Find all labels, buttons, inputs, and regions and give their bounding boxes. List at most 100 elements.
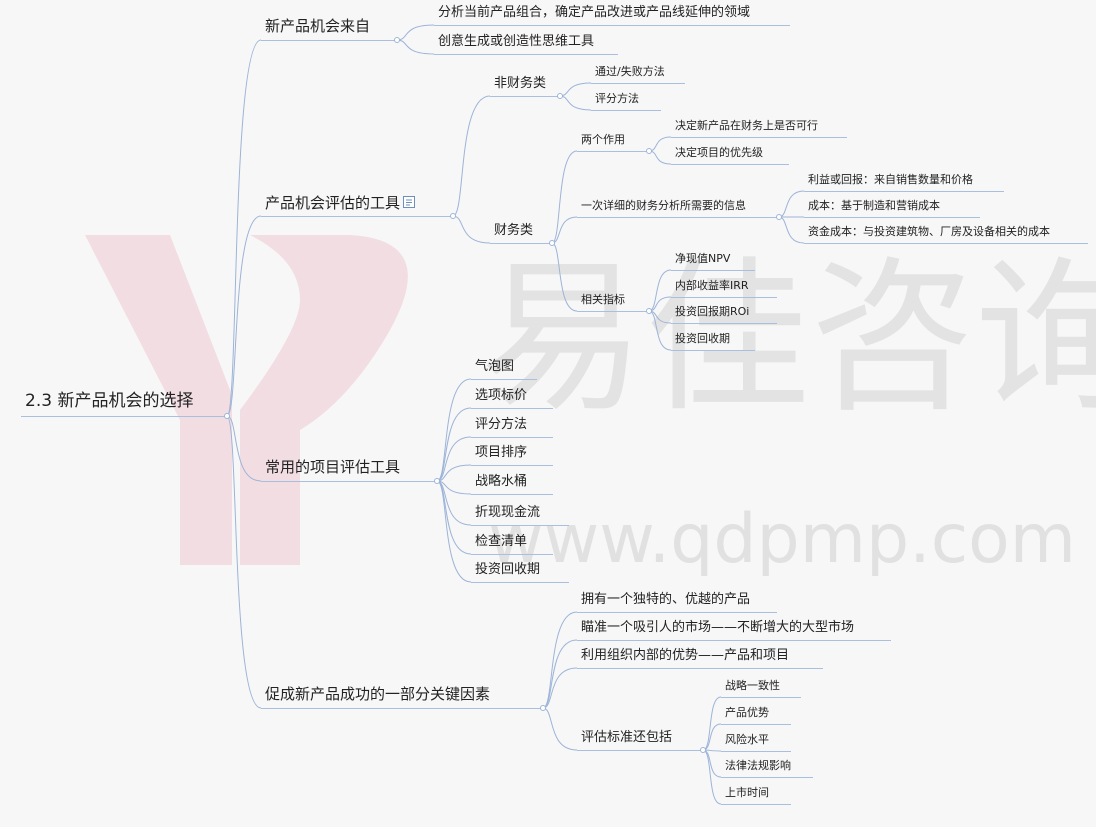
topic-node[interactable]: 非财务类 <box>494 77 546 90</box>
topic-underline <box>591 110 661 111</box>
topic-node[interactable]: 内部收益率IRR <box>675 280 749 291</box>
collapse-toggle[interactable] <box>224 413 230 419</box>
topic-label: 检查清单 <box>475 534 528 549</box>
topic-node[interactable]: 法律法规影响 <box>725 760 791 771</box>
topic-node[interactable]: 战略一致性 <box>725 680 780 691</box>
topic-underline <box>471 437 553 438</box>
topic-node[interactable]: 创意生成或创造性思维工具 <box>438 35 594 48</box>
topic-label: 气泡图 <box>475 359 515 374</box>
topic-node[interactable]: 检查清单 <box>475 535 527 548</box>
topic-label: 上市时间 <box>725 786 769 799</box>
topic-node[interactable]: 一次详细的财务分析所需要的信息 <box>581 200 746 211</box>
connector <box>551 216 578 244</box>
topic-underline <box>671 297 777 298</box>
topic-node[interactable]: 分析当前产品组合，确定产品改进或产品线延伸的领域 <box>438 6 750 19</box>
topic-underline <box>671 164 789 165</box>
topic-node[interactable]: 两个作用 <box>581 134 625 145</box>
topic-label: 非财务类 <box>494 76 547 91</box>
topic-node[interactable]: 投资回报期ROi <box>675 306 749 317</box>
topic-underline <box>804 217 980 218</box>
topic-underline <box>261 708 541 709</box>
topic-label: 资金成本：与投资建筑物、厂房及设备相关的成本 <box>808 225 1050 238</box>
topic-node[interactable]: 常用的项目评估工具 <box>265 460 400 475</box>
root-topic[interactable]: 2.3 新产品机会的选择 <box>25 393 193 410</box>
topic-node[interactable]: 产品优势 <box>725 707 769 718</box>
collapse-toggle[interactable] <box>646 308 652 314</box>
topic-node[interactable]: 决定新产品在财务上是否可行 <box>675 120 818 131</box>
connector <box>551 242 578 312</box>
topic-node[interactable]: 评分方法 <box>595 93 639 104</box>
topic-underline <box>261 216 451 217</box>
topic-node[interactable]: 资金成本：与投资建筑物、厂房及设备相关的成本 <box>808 226 1050 237</box>
topic-node[interactable]: 产品机会评估的工具 <box>265 195 416 212</box>
topic-node[interactable]: 净现值NPV <box>675 253 730 264</box>
collapse-toggle[interactable] <box>549 240 555 246</box>
connector <box>648 136 672 152</box>
connector <box>542 707 578 751</box>
topic-label: 利用组织内部的优势——产品和项目 <box>581 648 790 663</box>
document-icon[interactable] <box>402 195 416 212</box>
topic-node[interactable]: 拥有一个独特的、优越的产品 <box>581 593 750 606</box>
topic-underline <box>490 96 558 97</box>
topic-underline <box>471 582 569 583</box>
topic-node[interactable]: 利益或回报：来自销售数量和价格 <box>808 174 973 185</box>
collapse-toggle[interactable] <box>646 148 652 154</box>
topic-underline <box>721 724 791 725</box>
topic-node[interactable]: 决定项目的优先级 <box>675 147 763 158</box>
topic-underline <box>261 481 435 482</box>
topic-node[interactable]: 利用组织内部的优势——产品和项目 <box>581 649 789 662</box>
collapse-toggle[interactable] <box>450 213 456 219</box>
topic-node[interactable]: 项目排序 <box>475 446 527 459</box>
topic-label: 选项标价 <box>475 388 528 403</box>
topic-node[interactable]: 瞄准一个吸引人的市场——不断增大的大型市场 <box>581 621 854 634</box>
topic-node[interactable]: 成本：基于制造和营销成本 <box>808 200 940 211</box>
topic-node[interactable]: 评估标准还包括 <box>581 731 672 744</box>
connector <box>702 696 722 751</box>
topic-node[interactable]: 投资回收期 <box>675 333 730 344</box>
connector <box>452 95 491 217</box>
collapse-toggle[interactable] <box>434 478 440 484</box>
topic-node[interactable]: 选项标价 <box>475 389 527 402</box>
topic-node[interactable]: 促成新产品成功的一部分关键因素 <box>265 687 490 702</box>
topic-underline <box>577 311 647 312</box>
topic-node[interactable]: 上市时间 <box>725 787 769 798</box>
topic-node[interactable]: 评分方法 <box>475 418 527 431</box>
topic-underline <box>577 668 823 669</box>
topic-underline <box>577 151 647 152</box>
collapse-toggle[interactable] <box>776 214 782 220</box>
connector <box>452 215 491 244</box>
topic-label: 风险水平 <box>725 733 769 746</box>
connector-lines <box>226 24 805 805</box>
topic-node[interactable]: 财务类 <box>494 224 533 237</box>
topic-node[interactable]: 战略水桶 <box>475 475 527 488</box>
topic-label: 决定项目的优先级 <box>675 146 763 159</box>
topic-underline <box>471 554 553 555</box>
topic-node[interactable]: 风险水平 <box>725 734 769 745</box>
collapse-toggle[interactable] <box>394 37 400 43</box>
topic-underline <box>721 751 791 752</box>
topic-node[interactable]: 新产品机会来自 <box>265 19 370 34</box>
topic-node[interactable]: 折现现金流 <box>475 506 540 519</box>
topic-node[interactable]: 投资回收期 <box>475 563 540 576</box>
topic-label: 内部收益率IRR <box>675 279 749 292</box>
collapse-toggle[interactable] <box>700 747 706 753</box>
topic-label: 产品机会评估的工具 <box>265 194 401 212</box>
topic-underline <box>471 408 553 409</box>
topic-node[interactable]: 相关指标 <box>581 294 625 305</box>
topic-label: 战略一致性 <box>725 679 780 692</box>
topic-underline <box>434 25 790 26</box>
topic-node[interactable]: 通过/失败方法 <box>595 66 665 77</box>
connector <box>542 611 578 709</box>
topic-underline <box>721 777 813 778</box>
connector <box>648 150 672 165</box>
collapse-toggle[interactable] <box>557 93 563 99</box>
topic-label: 一次详细的财务分析所需要的信息 <box>581 199 746 212</box>
collapse-toggle[interactable] <box>540 705 546 711</box>
topic-underline <box>261 40 395 41</box>
connector <box>436 378 472 482</box>
topic-underline <box>577 612 777 613</box>
topic-node[interactable]: 气泡图 <box>475 360 514 373</box>
connector <box>559 95 592 111</box>
topic-underline <box>471 525 569 526</box>
connector <box>551 150 578 244</box>
